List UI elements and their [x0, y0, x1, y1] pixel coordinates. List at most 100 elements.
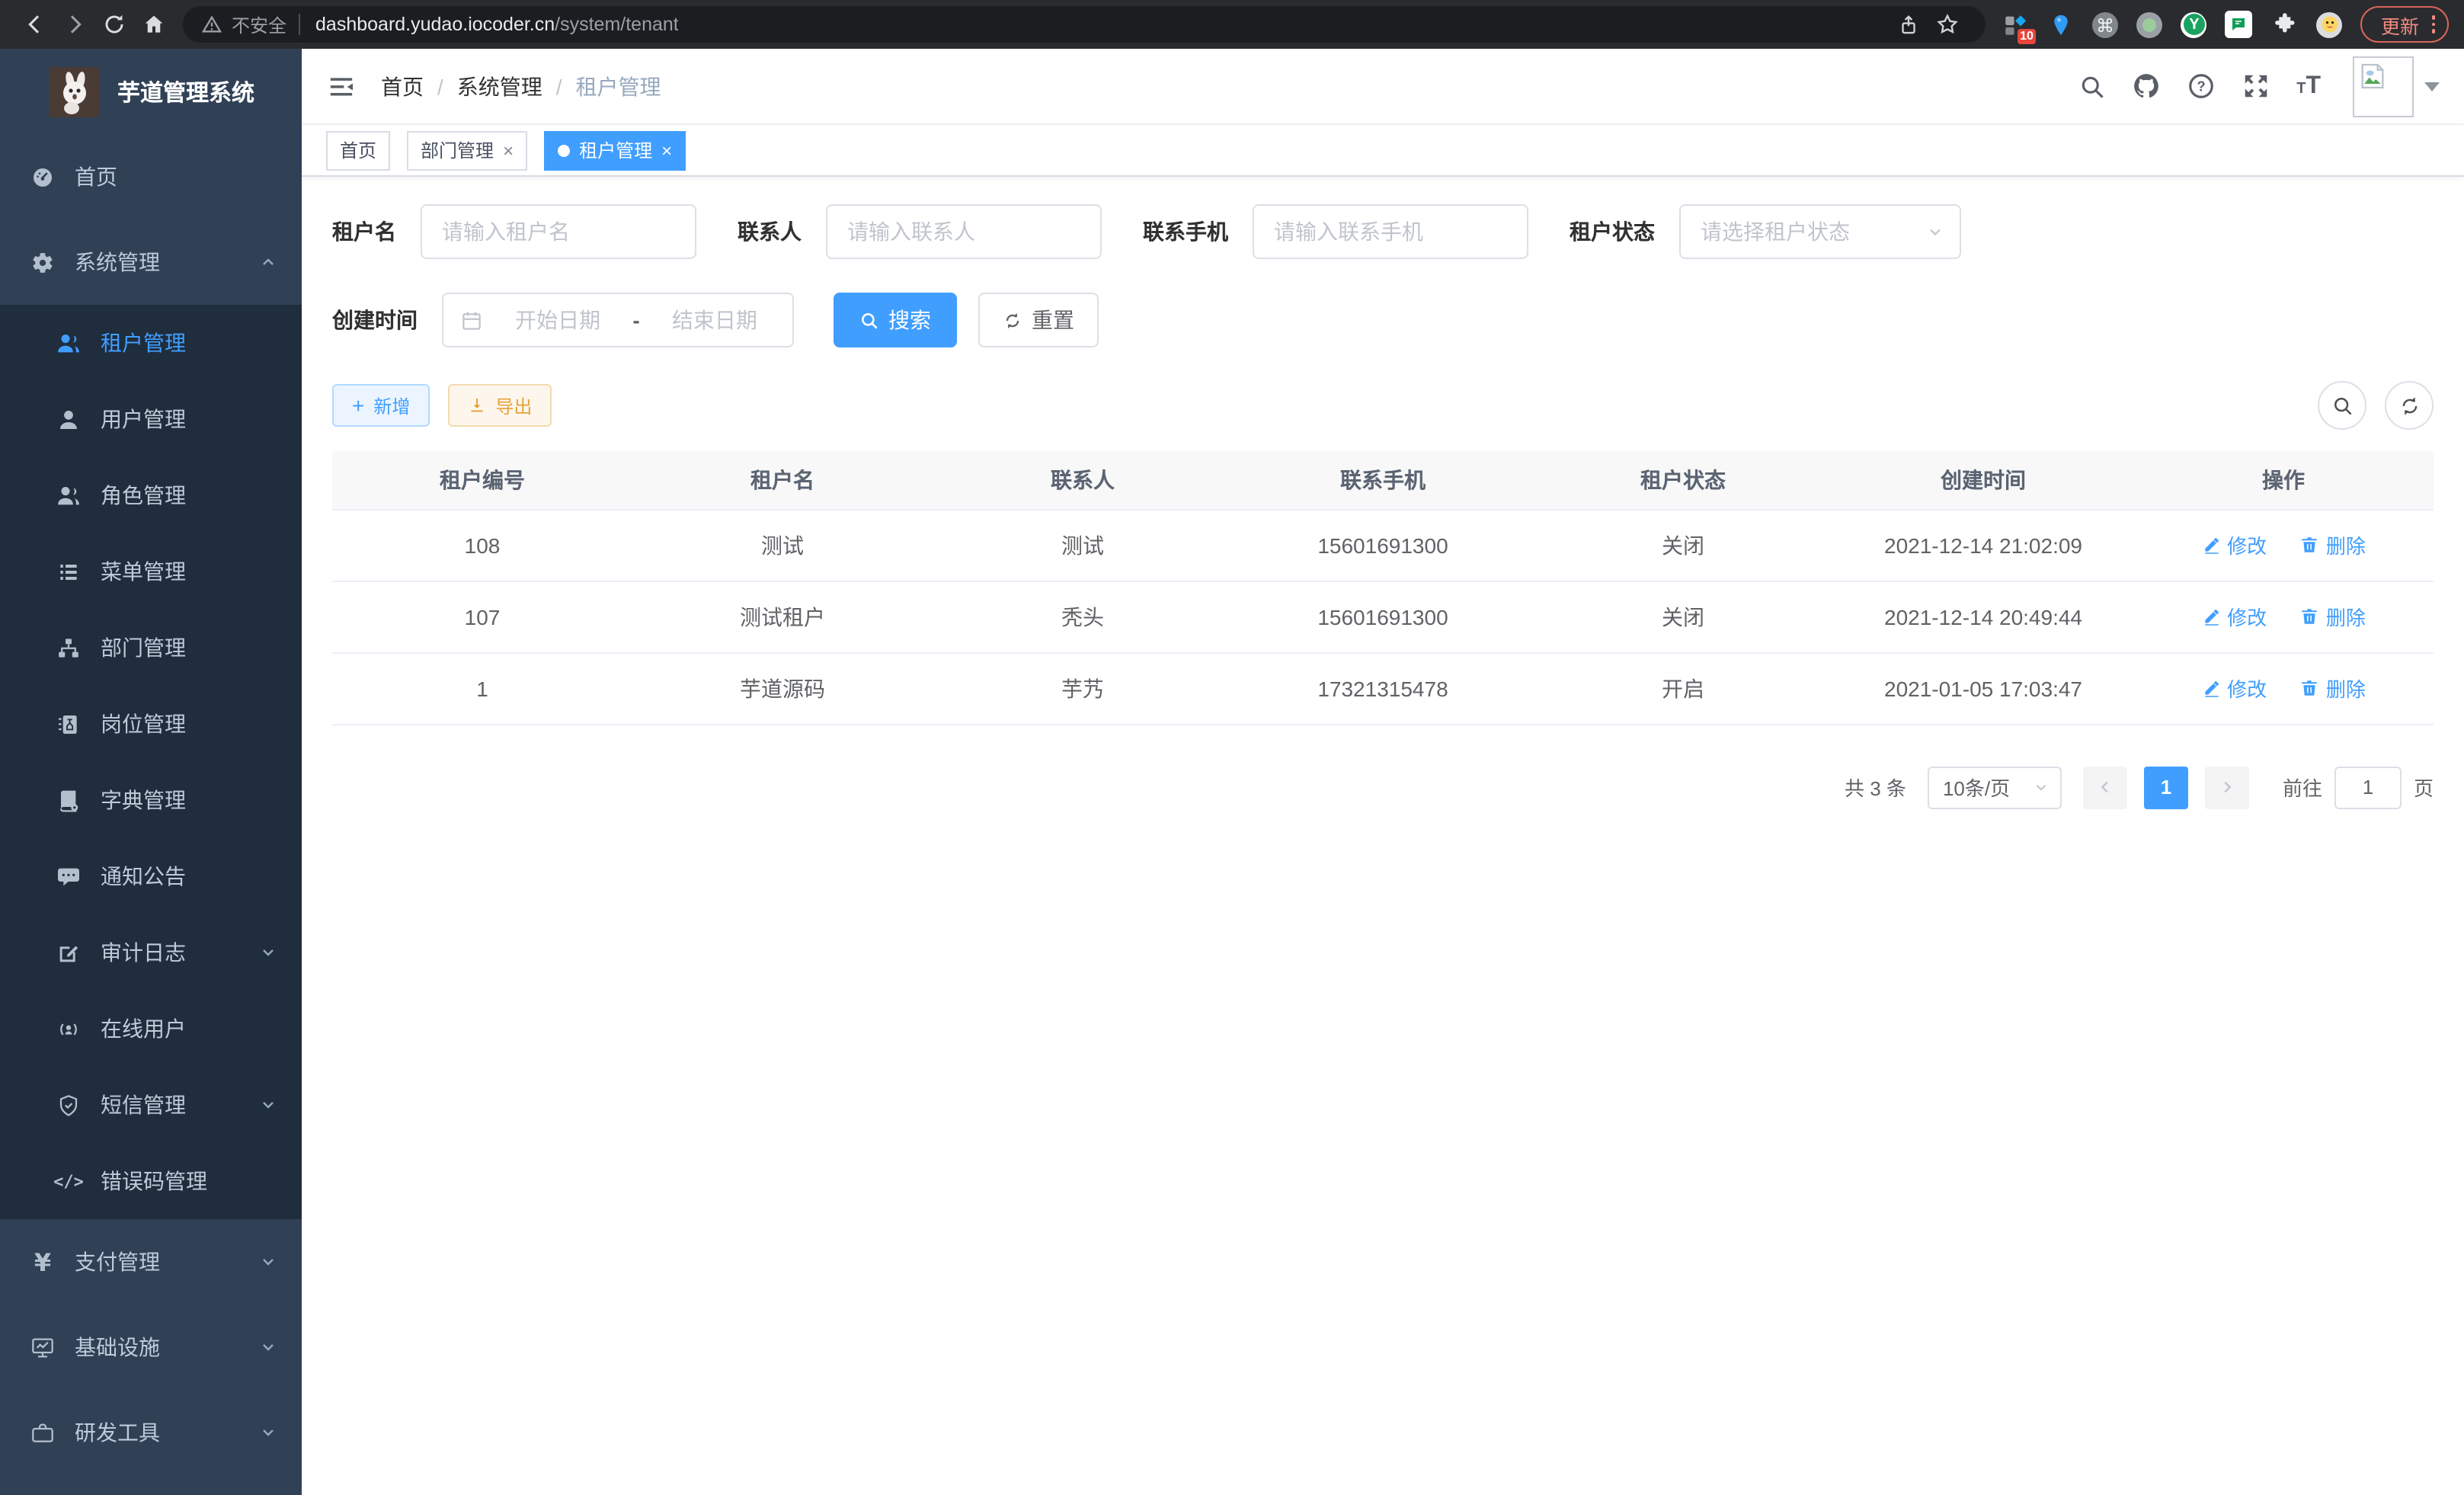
- notice-message-icon: [56, 863, 81, 889]
- command-extension-icon[interactable]: [2093, 11, 2119, 37]
- hamburger-icon[interactable]: [326, 71, 357, 101]
- github-icon[interactable]: [2132, 72, 2161, 101]
- tenant-name-input[interactable]: [421, 204, 696, 259]
- y-extension-icon[interactable]: Y: [2181, 11, 2207, 37]
- chevron-right-icon: [2219, 779, 2235, 796]
- sidebar-item-menu[interactable]: 菜单管理: [0, 533, 302, 610]
- not-secure-warning-icon: [201, 14, 222, 35]
- chevron-down-icon: [259, 943, 277, 962]
- current-page-button[interactable]: 1: [2144, 766, 2188, 808]
- sidebar-item-error-code[interactable]: </> 错误码管理: [0, 1143, 302, 1219]
- mobile-label: 联系手机: [1143, 216, 1228, 247]
- gear-icon: [30, 249, 55, 275]
- next-page-button[interactable]: [2205, 766, 2249, 808]
- browser-home-button[interactable]: [134, 5, 174, 44]
- tenant-table: 租户编号 租户名 联系人 联系手机 租户状态 创建时间 操作 108 测试: [332, 451, 2434, 725]
- create-time-range-picker[interactable]: 开始日期 - 结束日期: [442, 293, 794, 347]
- sidebar-item-role[interactable]: 角色管理: [0, 457, 302, 533]
- url-bar[interactable]: 不安全 dashboard.yudao.iocoder.cn/system/te…: [183, 6, 1986, 43]
- sidebar-item-notice[interactable]: 通知公告: [0, 838, 302, 914]
- sidebar-item-home[interactable]: 首页: [0, 134, 302, 219]
- contact-label: 联系人: [738, 216, 802, 247]
- bookmark-star-icon[interactable]: [1928, 5, 1968, 44]
- sidebar-item-system[interactable]: 系统管理: [0, 219, 302, 305]
- filter-row-2: 创建时间 开始日期 - 结束日期 搜索 重置: [332, 293, 2434, 347]
- close-icon[interactable]: ×: [661, 141, 672, 159]
- error-code-icon: </>: [56, 1168, 81, 1194]
- start-date-input[interactable]: 开始日期: [497, 305, 619, 335]
- breadcrumb-system[interactable]: 系统管理: [457, 71, 542, 101]
- browser-back-button[interactable]: [15, 5, 55, 44]
- goto-page-input[interactable]: [2334, 766, 2402, 808]
- blocks-extension-icon[interactable]: 10: [2002, 11, 2029, 38]
- dot-extension-icon[interactable]: [2137, 11, 2163, 37]
- emoji-extension-icon[interactable]: [2317, 11, 2343, 37]
- browser-forward-button[interactable]: [55, 5, 94, 44]
- browser-update-button[interactable]: 更新: [2361, 6, 2449, 43]
- header-search-icon[interactable]: [2078, 72, 2106, 100]
- sidebar-item-sms[interactable]: 短信管理: [0, 1067, 302, 1143]
- chevron-down-icon: [2033, 779, 2050, 796]
- delete-button[interactable]: 删除: [2300, 602, 2366, 631]
- org-tree-icon: [56, 635, 81, 661]
- font-size-icon[interactable]: TT: [2296, 72, 2321, 100]
- end-date-input[interactable]: 结束日期: [654, 305, 776, 335]
- tab-dept[interactable]: 部门管理 ×: [407, 130, 527, 170]
- prev-page-button[interactable]: [2083, 766, 2127, 808]
- url-text[interactable]: dashboard.yudao.iocoder.cn/system/tenant: [315, 14, 679, 35]
- browser-reload-button[interactable]: [94, 5, 134, 44]
- search-icon: [859, 310, 879, 330]
- delete-button[interactable]: 删除: [2300, 530, 2366, 559]
- trash-icon: [2300, 535, 2320, 555]
- delete-button[interactable]: 删除: [2300, 674, 2366, 703]
- contact-input[interactable]: [826, 204, 1102, 259]
- sidebar: 芋道管理系统 首页 系统管理 租户管理: [0, 49, 302, 1495]
- app-title: 芋道管理系统: [117, 75, 254, 107]
- sidebar-item-online-users[interactable]: 在线用户: [0, 991, 302, 1067]
- infra-monitor-icon: [30, 1334, 55, 1360]
- sidebar-item-dict[interactable]: 字典管理: [0, 762, 302, 838]
- sidebar-item-infra[interactable]: 基础设施: [0, 1305, 302, 1390]
- sidebar-item-user[interactable]: 用户管理: [0, 381, 302, 457]
- tab-home[interactable]: 首页: [326, 130, 390, 170]
- status-value: 关闭: [1533, 509, 1833, 581]
- avatar-broken-image: [2353, 56, 2414, 117]
- pin-extension-icon[interactable]: [2047, 11, 2075, 38]
- mobile-input[interactable]: [1253, 204, 1528, 259]
- chevron-down-icon: [259, 1423, 277, 1442]
- edit-button[interactable]: 修改: [2201, 674, 2267, 703]
- sidebar-item-tenant[interactable]: 租户管理: [0, 305, 302, 381]
- sidebar-item-audit-log[interactable]: 审计日志: [0, 914, 302, 991]
- fullscreen-icon[interactable]: [2242, 72, 2270, 101]
- browser-menu-icon[interactable]: [2431, 16, 2435, 34]
- sms-shield-icon: [56, 1092, 81, 1118]
- refresh-table-button[interactable]: [2385, 381, 2434, 430]
- app-logo[interactable]: 芋道管理系统: [0, 49, 302, 134]
- svg-text:?: ?: [2197, 79, 2206, 94]
- help-question-icon[interactable]: ?: [2187, 72, 2216, 101]
- chat-extension-icon[interactable]: [2226, 11, 2253, 38]
- puzzle-extensions-icon[interactable]: [2271, 11, 2299, 38]
- reset-button[interactable]: 重置: [978, 293, 1099, 347]
- sidebar-item-post[interactable]: 岗位管理: [0, 686, 302, 762]
- status-select[interactable]: 请选择租户状态: [1679, 204, 1961, 259]
- sidebar-item-payment[interactable]: ¥ 支付管理: [0, 1219, 302, 1305]
- edit-button[interactable]: 修改: [2201, 602, 2267, 631]
- close-icon[interactable]: ×: [503, 141, 514, 159]
- tab-tenant[interactable]: 租户管理 ×: [544, 130, 686, 170]
- add-button[interactable]: + 新增: [332, 384, 430, 427]
- breadcrumb-home[interactable]: 首页: [381, 71, 424, 101]
- search-button[interactable]: 搜索: [834, 293, 957, 347]
- top-navbar: 首页 / 系统管理 / 租户管理 ?: [302, 49, 2464, 125]
- page-size-select[interactable]: 10条/页: [1928, 766, 2062, 808]
- edit-button[interactable]: 修改: [2201, 530, 2267, 559]
- export-button[interactable]: 导出: [448, 384, 552, 427]
- security-label[interactable]: 不安全: [232, 11, 286, 37]
- sidebar-item-dept[interactable]: 部门管理: [0, 610, 302, 686]
- toggle-search-button[interactable]: [2318, 381, 2366, 430]
- payment-yen-icon: ¥: [30, 1249, 55, 1275]
- sidebar-item-dev-tools[interactable]: 研发工具: [0, 1390, 302, 1475]
- share-icon[interactable]: [1889, 5, 1928, 44]
- post-badge-icon: [56, 711, 81, 737]
- user-avatar-menu[interactable]: [2353, 56, 2440, 117]
